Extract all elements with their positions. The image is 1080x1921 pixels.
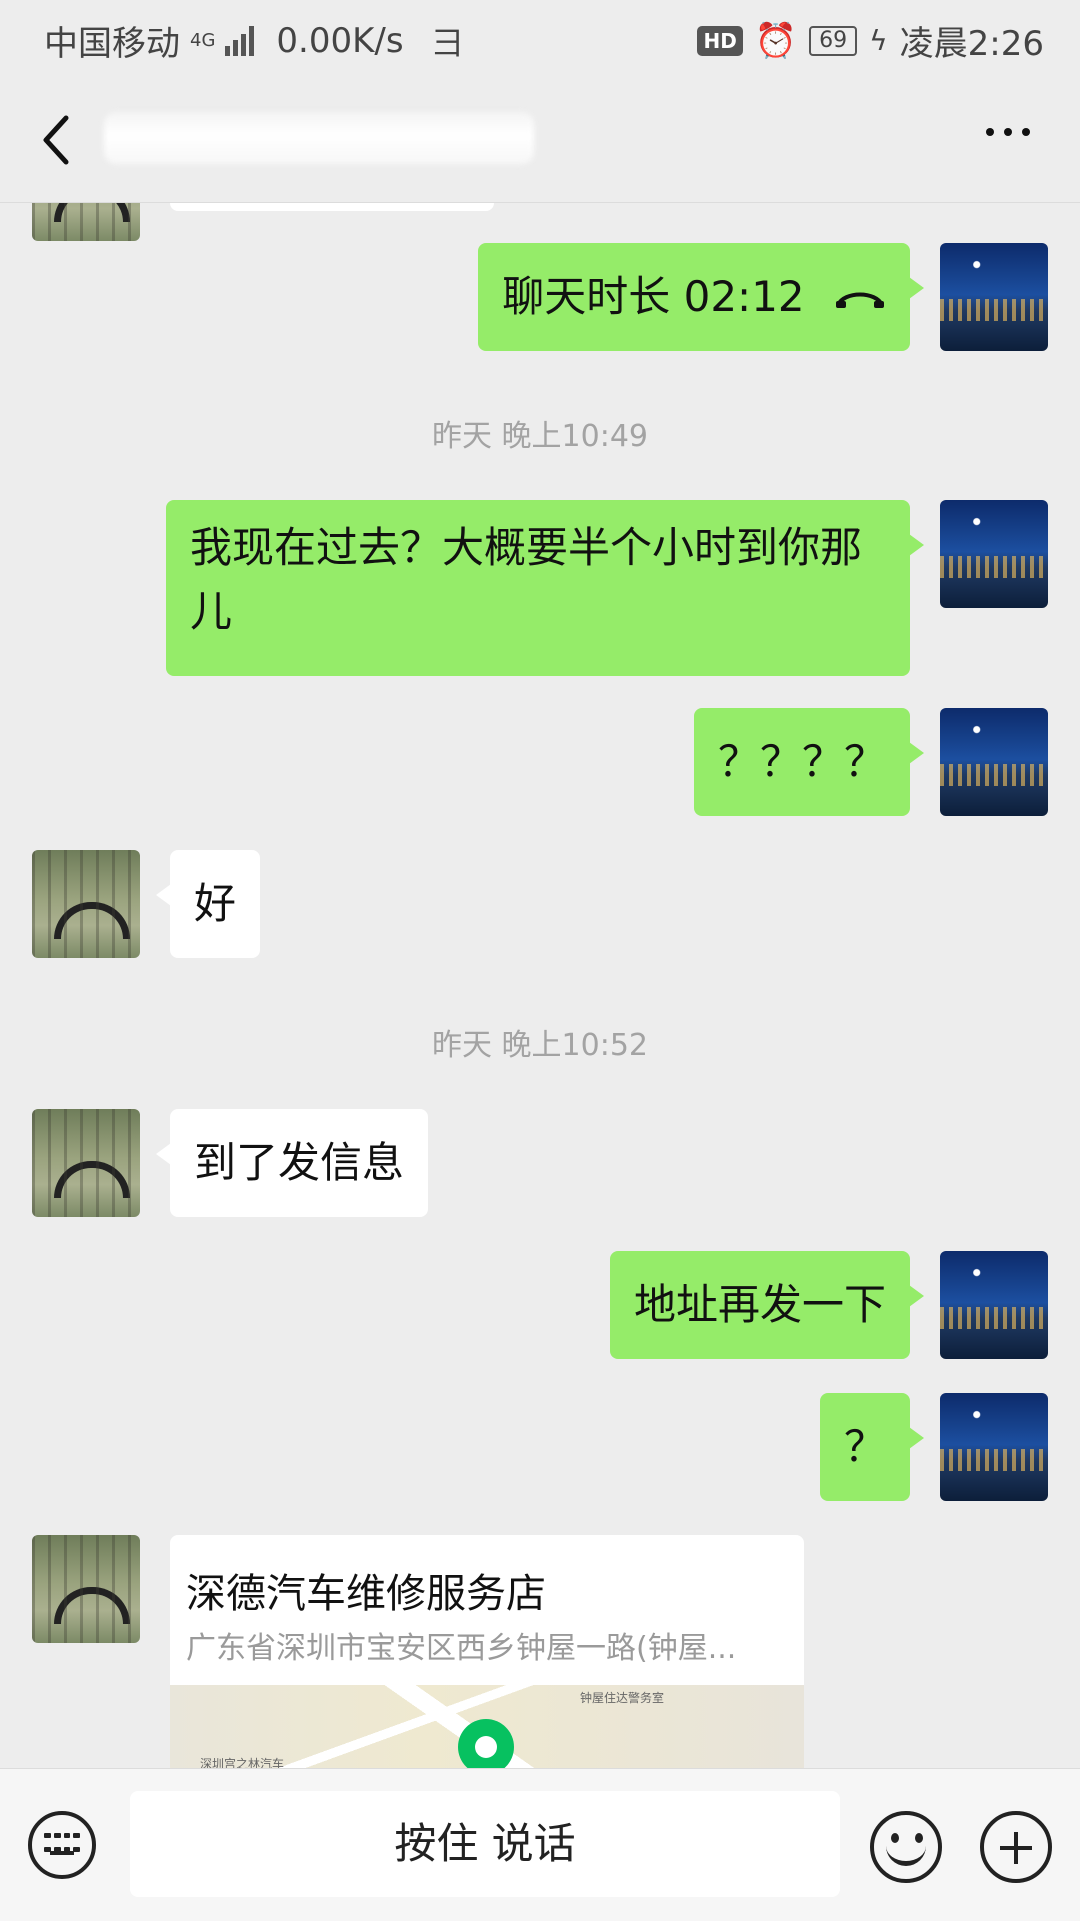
my-avatar[interactable] (940, 1393, 1048, 1501)
outgoing-message[interactable]: ？？？？ (693, 708, 925, 816)
outgoing-message[interactable]: 地址再发一下 (609, 1251, 925, 1359)
timestamp: 昨天 晚上10:52 (432, 1028, 648, 1063)
timestamp: 昨天 晚上10:49 (432, 419, 648, 454)
carrier-label: 中国移动 (44, 24, 180, 64)
contact-avatar[interactable] (32, 1109, 140, 1217)
chat-title-redacted (104, 112, 534, 164)
keyboard-icon[interactable] (28, 1811, 96, 1879)
contact-avatar[interactable] (32, 850, 140, 958)
my-avatar[interactable] (940, 500, 1048, 608)
message-text: ？ (843, 1422, 886, 1471)
app-notification-icon: ⺕ (431, 23, 464, 62)
back-icon[interactable] (36, 110, 76, 170)
my-avatar[interactable] (940, 708, 1048, 816)
phone-hangup-icon (836, 292, 884, 308)
signal-icon (225, 25, 255, 56)
map-label: 深圳宫之林汽车 (200, 1757, 285, 1768)
message-text: 好 (194, 879, 237, 928)
message-text: ？？？？ (717, 737, 886, 786)
battery-icon: 69 (809, 25, 858, 56)
location-address: 广东省深圳市宝安区西乡钟屋一路(钟屋... (186, 1631, 737, 1666)
location-title: 深德汽车维修服务店 (186, 1571, 546, 1617)
my-avatar[interactable] (940, 1251, 1048, 1359)
network-type: 4G (190, 29, 216, 51)
alarm-icon: ⏰ (754, 20, 798, 61)
location-card[interactable]: 深德汽车维修服务店 广东省深圳市宝安区西乡钟屋一路(钟屋... 深圳宫之林汽车 … (170, 1535, 804, 1768)
chat-header (0, 76, 1080, 203)
hold-to-talk-button[interactable]: 按住 说话 (130, 1791, 840, 1897)
clock: 凌晨2:26 (899, 24, 1044, 64)
message-text: 到了发信息 (194, 1138, 405, 1187)
previous-message-bubble (170, 203, 494, 211)
outgoing-message[interactable]: 我现在过去？大概要半个小时到你那儿 (166, 500, 924, 676)
contact-avatar[interactable] (32, 203, 140, 241)
call-record-bubble[interactable]: 聊天时长 02:12 (478, 243, 924, 351)
message-list[interactable]: 聊天时长 02:12 昨天 晚上10:49 我现在过去？大概要半个小时到你那儿 … (0, 203, 1080, 1768)
call-duration-text: 聊天时长 02:12 (502, 272, 805, 321)
status-bar: 中国移动 4G 0.00K/s ⺕ HD ⏰ 69 ϟ 凌晨2:26 (0, 0, 1080, 76)
outgoing-message[interactable]: ？ (819, 1393, 925, 1501)
contact-avatar[interactable] (32, 1535, 140, 1643)
charging-icon: ϟ (869, 24, 888, 57)
input-bar: 按住 说话 (0, 1768, 1080, 1921)
message-text: 我现在过去？大概要半个小时到你那儿 (190, 523, 863, 636)
incoming-message[interactable]: 好 (155, 850, 261, 958)
hd-icon: HD (697, 25, 743, 56)
map-pin-icon (458, 1719, 514, 1768)
my-avatar[interactable] (940, 243, 1048, 351)
incoming-message[interactable]: 到了发信息 (155, 1109, 429, 1217)
plus-icon[interactable] (980, 1811, 1052, 1883)
network-speed: 0.00K/s (276, 20, 404, 61)
location-map[interactable]: 深圳宫之林汽车 钟屋住达警务室 (170, 1685, 804, 1768)
map-label: 钟屋住达警务室 (580, 1691, 665, 1705)
emoji-icon[interactable] (870, 1811, 942, 1883)
message-text: 地址再发一下 (633, 1280, 886, 1329)
more-icon[interactable] (986, 128, 1030, 136)
